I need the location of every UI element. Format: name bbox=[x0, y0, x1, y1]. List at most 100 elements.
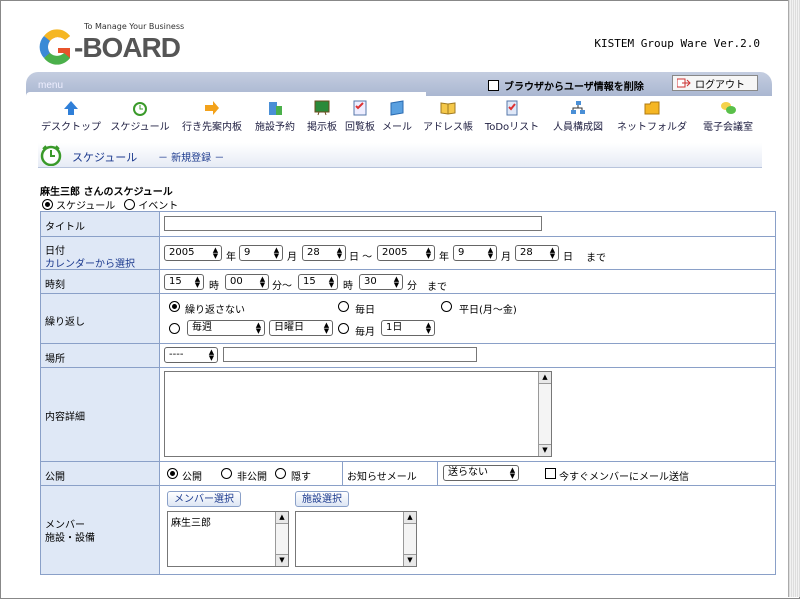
repeat-daily-radio[interactable] bbox=[338, 301, 349, 312]
spinner-icon: ▲ ▼ bbox=[208, 348, 215, 362]
title-label: タイトル bbox=[45, 222, 85, 233]
publish-private-radio[interactable] bbox=[221, 468, 232, 479]
repeat-week-select[interactable]: 毎週 ▲ ▼ bbox=[187, 320, 265, 336]
checkbox-box[interactable] bbox=[488, 80, 499, 91]
title-input[interactable] bbox=[164, 216, 542, 231]
start-day-select[interactable]: 28 ▲ ▼ bbox=[302, 245, 346, 261]
detail-scrollbar[interactable]: ▲ ▼ bbox=[538, 372, 551, 456]
member-list[interactable]: 麻生三郎 ▲ ▼ bbox=[167, 511, 289, 567]
spinner-icon: ▲ ▼ bbox=[393, 275, 400, 289]
publish-open-radio[interactable] bbox=[167, 468, 178, 479]
facility-list-scrollbar[interactable]: ▲ ▼ bbox=[403, 512, 416, 566]
start-month-select[interactable]: 9 ▲ ▼ bbox=[239, 245, 283, 261]
time-row: 時刻 15 ▲ ▼ 時 00 ▲ ▼ 分～ 15 ▲ ▼ 時 30 ▲ ▼ 分 まで bbox=[41, 269, 775, 294]
time-until: まで bbox=[427, 282, 447, 293]
calendar-link[interactable]: カレンダーから選択 bbox=[45, 255, 135, 270]
start-year-select[interactable]: 2005 ▲ ▼ bbox=[164, 245, 222, 261]
end-month-select[interactable]: 9 ▲ ▼ bbox=[453, 245, 497, 261]
repeat-label: 繰り返し bbox=[45, 317, 85, 328]
unit-month: 月 bbox=[287, 252, 297, 263]
repeat-weekday-select[interactable]: 日曜日 ▲ ▼ bbox=[269, 320, 333, 336]
scroll-up-icon[interactable]: ▲ bbox=[404, 512, 416, 524]
nav-mail[interactable]: メール bbox=[380, 100, 414, 133]
nav-label: ネットフォルダ bbox=[617, 122, 687, 133]
nav-folder[interactable]: ネットフォルダ bbox=[614, 100, 690, 133]
select-value: 毎週 bbox=[192, 322, 212, 333]
nav-desktop[interactable]: デスクトップ bbox=[40, 100, 102, 133]
nav-label: 電子会議室 bbox=[703, 122, 753, 133]
start-min-select[interactable]: 00 ▲ ▼ bbox=[225, 274, 269, 290]
clear-browser-checkbox[interactable]: ブラウザからユーザ情報を削除 bbox=[488, 78, 644, 93]
arrow-up-icon bbox=[64, 101, 78, 115]
publish-private-label: 非公開 bbox=[237, 472, 267, 483]
publish-row: 公開 公開 非公開 隠す お知らせメール 送らない ▲ ▼ 今すぐメンバーにメール送… bbox=[41, 461, 775, 486]
repeat-label-cell: 繰り返し bbox=[41, 294, 160, 344]
publish-open-label: 公開 bbox=[182, 472, 202, 483]
repeat-monthly-radio[interactable] bbox=[338, 323, 349, 334]
member-select-button[interactable]: メンバー選択 bbox=[167, 491, 241, 507]
scroll-down-icon[interactable]: ▼ bbox=[404, 554, 416, 566]
place-select[interactable]: ---- ▲ ▼ bbox=[164, 347, 218, 363]
notify-label: お知らせメール bbox=[347, 472, 417, 483]
end-min-select[interactable]: 30 ▲ ▼ bbox=[359, 274, 403, 290]
publish-hidden-radio[interactable] bbox=[275, 468, 286, 479]
notify-select[interactable]: 送らない ▲ ▼ bbox=[443, 465, 519, 481]
repeat-monthly-label: 毎月 bbox=[355, 327, 375, 338]
facility-list[interactable]: ▲ ▼ bbox=[295, 511, 417, 567]
mode-schedule-radio[interactable] bbox=[42, 199, 53, 210]
nav-address[interactable]: アドレス帳 bbox=[418, 100, 478, 133]
notify-now-checkbox[interactable] bbox=[545, 468, 556, 479]
unit-hour: 時 bbox=[343, 281, 353, 292]
time-label-cell: 時刻 bbox=[41, 270, 160, 294]
nav-whereabouts[interactable]: 行き先案内板 bbox=[180, 100, 244, 133]
spinner-icon: ▲ ▼ bbox=[323, 321, 330, 335]
publish-hidden-label: 隠す bbox=[291, 472, 311, 483]
notify-label-cell: お知らせメール bbox=[342, 462, 438, 486]
mode-event-radio[interactable] bbox=[124, 199, 136, 210]
date-label-cell: 日付 カレンダーから選択 bbox=[41, 237, 160, 270]
nav-org[interactable]: 人員構成図 bbox=[548, 100, 608, 133]
nav-label: 人員構成図 bbox=[553, 122, 603, 133]
select-value: 15 bbox=[169, 276, 182, 287]
title-label-cell: タイトル bbox=[41, 212, 160, 236]
select-value: 2005 bbox=[169, 247, 195, 258]
repeat-none-label: 繰り返さない bbox=[185, 305, 245, 316]
spinner-icon: ▲ ▼ bbox=[487, 246, 494, 260]
member-item[interactable]: 麻生三郎 bbox=[171, 514, 211, 529]
nav-schedule[interactable]: スケジュール bbox=[108, 100, 172, 133]
spinner-icon: ▲ ▼ bbox=[509, 466, 516, 480]
scroll-up-icon[interactable]: ▲ bbox=[539, 372, 551, 384]
nav-bulletin[interactable]: 掲示板 bbox=[304, 100, 340, 133]
nav-label: アドレス帳 bbox=[423, 122, 473, 133]
title-row: タイトル bbox=[41, 212, 775, 236]
place-input[interactable] bbox=[223, 347, 477, 362]
repeat-none-radio[interactable] bbox=[169, 301, 180, 312]
scroll-down-icon[interactable]: ▼ bbox=[539, 444, 551, 456]
members-row: メンバー 施設・設備 メンバー選択 施設選択 麻生三郎 ▲ ▼ ▲ ▼ bbox=[41, 485, 775, 574]
nav-circular[interactable]: 回覧板 bbox=[342, 100, 378, 133]
repeat-weekdays-radio[interactable] bbox=[441, 301, 452, 312]
repeat-monthday-select[interactable]: 1日 ▲ ▼ bbox=[381, 320, 435, 336]
scroll-down-icon[interactable]: ▼ bbox=[276, 554, 288, 566]
spinner-icon: ▲ ▼ bbox=[255, 321, 262, 335]
repeat-weekly-radio[interactable] bbox=[169, 323, 180, 334]
nav-label: デスクトップ bbox=[41, 122, 101, 133]
facility-select-button[interactable]: 施設選択 bbox=[295, 491, 349, 507]
window-scrollbar[interactable] bbox=[788, 0, 800, 597]
end-hour-select[interactable]: 15 ▲ ▼ bbox=[298, 274, 338, 290]
end-day-select[interactable]: 28 ▲ ▼ bbox=[515, 245, 559, 261]
scroll-up-icon[interactable]: ▲ bbox=[276, 512, 288, 524]
select-value: 日曜日 bbox=[274, 322, 304, 333]
page-subtitle: － 新規登録 － bbox=[158, 153, 225, 164]
logout-button[interactable]: ログアウト bbox=[672, 75, 758, 91]
detail-textarea[interactable]: ▲ ▼ bbox=[164, 371, 552, 457]
spinner-icon: ▲ ▼ bbox=[212, 246, 219, 260]
nav-label: ToDoリスト bbox=[484, 122, 540, 133]
select-value: ---- bbox=[169, 349, 184, 360]
nav-facility[interactable]: 施設予約 bbox=[252, 100, 298, 133]
nav-meeting[interactable]: 電子会議室 bbox=[698, 100, 758, 133]
nav-todo[interactable]: ToDoリスト bbox=[482, 100, 542, 133]
start-hour-select[interactable]: 15 ▲ ▼ bbox=[164, 274, 204, 290]
member-list-scrollbar[interactable]: ▲ ▼ bbox=[275, 512, 288, 566]
end-year-select[interactable]: 2005 ▲ ▼ bbox=[377, 245, 435, 261]
